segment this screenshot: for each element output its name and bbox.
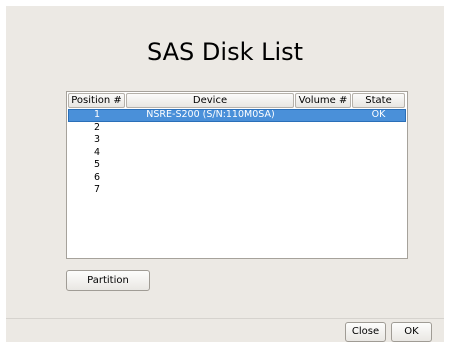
cell-position: 3 xyxy=(93,134,101,145)
cell-volume xyxy=(295,122,352,135)
table-row[interactable]: 2 xyxy=(68,122,406,135)
cell-state xyxy=(352,134,405,147)
cell-state xyxy=(352,159,405,172)
column-header-volume[interactable]: Volume # xyxy=(295,93,351,108)
table-row[interactable]: 5 xyxy=(68,159,406,172)
cell-state xyxy=(352,184,405,197)
cell-device: NSRE-S200 (S/N:110M0SA) xyxy=(146,109,275,120)
cell-volume xyxy=(295,109,352,122)
cell-position: 6 xyxy=(93,171,101,183)
sas-disk-list-dialog: SAS Disk List Position # Device Volume #… xyxy=(6,6,444,342)
column-header-state[interactable]: State xyxy=(352,93,405,108)
ok-button[interactable]: OK xyxy=(391,322,432,342)
column-header-position[interactable]: Position # xyxy=(68,93,125,108)
cell-position: 7 xyxy=(93,184,101,195)
close-button[interactable]: Close xyxy=(345,322,386,342)
cell-device xyxy=(126,159,295,172)
cell-volume xyxy=(295,147,352,160)
cell-position: 2 xyxy=(93,121,101,133)
cell-state xyxy=(352,122,405,135)
cell-state: OK xyxy=(371,109,386,120)
table-row[interactable]: 6 xyxy=(68,172,406,185)
table-row[interactable]: 3 xyxy=(68,134,406,147)
table-row[interactable]: 1 NSRE-S200 (S/N:110M0SA) OK xyxy=(68,109,406,122)
cell-volume xyxy=(295,159,352,172)
cell-state xyxy=(352,147,405,160)
cell-device xyxy=(126,134,295,147)
table-header: Position # Device Volume # State xyxy=(68,93,406,109)
partition-button[interactable]: Partition xyxy=(66,270,150,291)
dialog-title: SAS Disk List xyxy=(146,38,304,66)
cell-position: 4 xyxy=(93,146,101,158)
table-row[interactable]: 7 xyxy=(68,184,406,197)
cell-volume xyxy=(295,184,352,197)
cell-device xyxy=(126,147,295,160)
table-row[interactable]: 4 xyxy=(68,147,406,160)
column-header-device[interactable]: Device xyxy=(126,93,294,108)
disk-table[interactable]: Position # Device Volume # State 1 NSRE-… xyxy=(66,91,408,259)
cell-device xyxy=(126,184,295,197)
cell-position: 1 xyxy=(93,109,101,120)
cell-state xyxy=(352,172,405,185)
cell-volume xyxy=(295,172,352,185)
cell-device xyxy=(126,122,295,135)
footer-divider xyxy=(6,318,444,319)
cell-volume xyxy=(295,134,352,147)
cell-device xyxy=(126,172,295,185)
cell-position: 5 xyxy=(93,159,101,170)
